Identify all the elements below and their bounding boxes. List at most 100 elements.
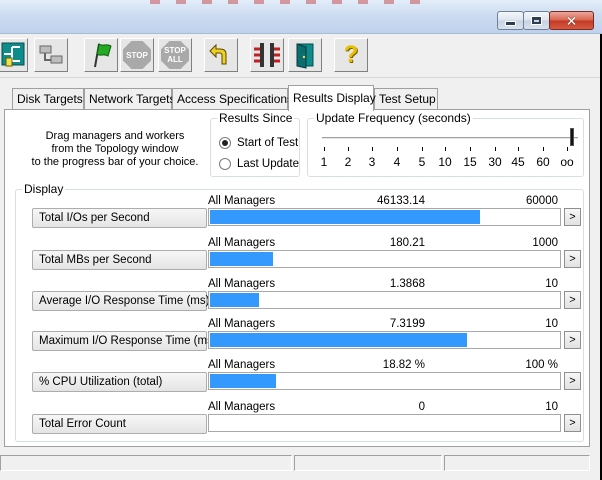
- slider-tick-label: 4: [393, 155, 401, 169]
- row-value-label: 7.3199: [389, 318, 425, 330]
- tab-disk-targets[interactable]: Disk Targets: [12, 88, 84, 110]
- close-icon: ✕: [565, 12, 578, 29]
- progress-bar[interactable]: [208, 208, 561, 226]
- radio-label: Start of Test: [237, 137, 299, 149]
- toolbar: STOP STOP ALL ?: [0, 34, 602, 78]
- progress-bar[interactable]: [208, 291, 561, 309]
- slider-tick: [567, 147, 568, 151]
- tab-results-display[interactable]: Results Display: [288, 85, 376, 111]
- row-max-label: 10: [545, 278, 558, 290]
- stop-button[interactable]: STOP: [120, 38, 154, 72]
- row-manager-label: All Managers: [208, 237, 276, 249]
- connect-button[interactable]: [250, 38, 284, 72]
- help-button[interactable]: ?: [334, 38, 368, 72]
- maximize-icon: [531, 16, 542, 25]
- minimize-button[interactable]: [497, 11, 524, 30]
- metric-button[interactable]: Average I/O Response Time (ms): [32, 291, 209, 311]
- green-flag-icon: [94, 43, 112, 68]
- metric-button[interactable]: Total I/Os per Second: [32, 208, 207, 228]
- more-button[interactable]: >: [564, 414, 581, 432]
- more-button[interactable]: >: [564, 291, 581, 309]
- tab-label: Disk Targets: [17, 92, 83, 106]
- tab-label: Results Display: [293, 91, 376, 105]
- metric-button[interactable]: % CPU Utilization (total): [32, 372, 207, 392]
- row-manager-label: All Managers: [208, 278, 276, 290]
- stop-all-icon: STOP ALL: [161, 41, 189, 69]
- maximize-button[interactable]: [523, 11, 550, 30]
- radio-last-update[interactable]: Last Update: [219, 158, 299, 170]
- stop-all-button[interactable]: STOP ALL: [158, 38, 192, 72]
- progress-bar[interactable]: [208, 372, 561, 390]
- start-test-button[interactable]: [84, 38, 118, 72]
- hint-line: Drag managers and workers: [45, 130, 185, 142]
- update-frequency-legend: Update Frequency (seconds): [316, 111, 471, 125]
- metric-button[interactable]: Total Error Count: [32, 414, 207, 434]
- status-panel: [294, 455, 442, 471]
- chevron-right-icon: >: [569, 375, 576, 387]
- slider-tick: [543, 147, 544, 151]
- radio-label: Last Update: [237, 158, 300, 170]
- row-value-label: 46133.14: [377, 195, 425, 207]
- slider-tick: [518, 147, 519, 151]
- update-frequency-group: Update Frequency (seconds) 1 2 3 4 5 10 15 30 45…: [307, 111, 584, 177]
- slider-tick-label: 10: [438, 155, 452, 169]
- tab-strip: Disk Targets Network Targets Access Spec…: [0, 85, 602, 111]
- slider-tick-label: 1: [320, 155, 328, 169]
- close-button[interactable]: ✕: [549, 11, 594, 30]
- chevron-right-icon: >: [569, 211, 576, 223]
- display-legend: Display: [24, 182, 64, 196]
- tab-label: Test Setup: [379, 92, 436, 106]
- metric-button[interactable]: Total MBs per Second: [32, 250, 207, 270]
- title-bar-decoration: [150, 0, 430, 4]
- chevron-right-icon: >: [569, 294, 576, 306]
- row-value-label: 0: [418, 401, 425, 413]
- slider-tick: [372, 147, 373, 151]
- progress-bar[interactable]: [208, 331, 561, 349]
- slider-tick: [397, 147, 398, 151]
- status-panel: [0, 455, 292, 471]
- window-title-bar: ✕: [0, 0, 602, 34]
- progress-bar[interactable]: [208, 414, 561, 432]
- row-max-label: 60000: [526, 195, 558, 207]
- tab-network-targets[interactable]: Network Targets: [84, 88, 176, 110]
- row-value-label: 1.3868: [389, 278, 425, 290]
- more-button[interactable]: >: [564, 208, 581, 226]
- disk-worker-button[interactable]: [34, 38, 68, 72]
- slider-tick: [470, 147, 471, 151]
- row-value-label: 180.21: [389, 237, 425, 249]
- more-button[interactable]: >: [564, 331, 581, 349]
- tab-test-setup[interactable]: Test Setup: [374, 88, 438, 110]
- stop-icon: STOP: [123, 41, 151, 69]
- progress-bar[interactable]: [208, 250, 561, 268]
- more-button[interactable]: >: [564, 372, 581, 390]
- results-display-panel: Drag managers and workers from the Topol…: [4, 109, 590, 447]
- results-since-group: Results Since Start of Test Last Update: [210, 111, 300, 177]
- radio-selected-icon: [219, 137, 231, 149]
- undo-arrow-icon: [209, 43, 227, 65]
- row-max-label: 10: [545, 401, 558, 413]
- slider-tick: [495, 147, 496, 151]
- slider-tick-label: 15: [463, 155, 477, 169]
- row-max-label: 100 %: [525, 359, 558, 371]
- radio-start-of-test[interactable]: Start of Test: [219, 137, 298, 149]
- new-topology-button[interactable]: [0, 38, 28, 72]
- row-value-label: 18.82 %: [382, 359, 425, 371]
- tab-access-specifications[interactable]: Access Specifications: [172, 88, 293, 110]
- minimize-icon: [505, 21, 516, 26]
- stop-all-label-bottom: ALL: [167, 55, 183, 64]
- drag-hint-text: Drag managers and workers from the Topol…: [15, 130, 215, 169]
- metric-button[interactable]: Maximum I/O Response Time (ms): [32, 331, 217, 351]
- reset-workers-button[interactable]: [204, 38, 238, 72]
- progress-bar-fill: [210, 333, 467, 347]
- update-frequency-slider-thumb[interactable]: [570, 128, 574, 146]
- exit-button[interactable]: [288, 38, 322, 72]
- results-since-legend: Results Since: [219, 111, 293, 125]
- row-manager-label: All Managers: [208, 401, 276, 413]
- update-frequency-slider-track[interactable]: [322, 137, 578, 140]
- slider-tick-label: 30: [488, 155, 502, 169]
- tab-label: Network Targets: [89, 92, 176, 106]
- stop-label: STOP: [126, 50, 148, 60]
- progress-bar-fill: [210, 293, 259, 307]
- more-button[interactable]: >: [564, 250, 581, 268]
- network-connect-icon: [254, 43, 280, 67]
